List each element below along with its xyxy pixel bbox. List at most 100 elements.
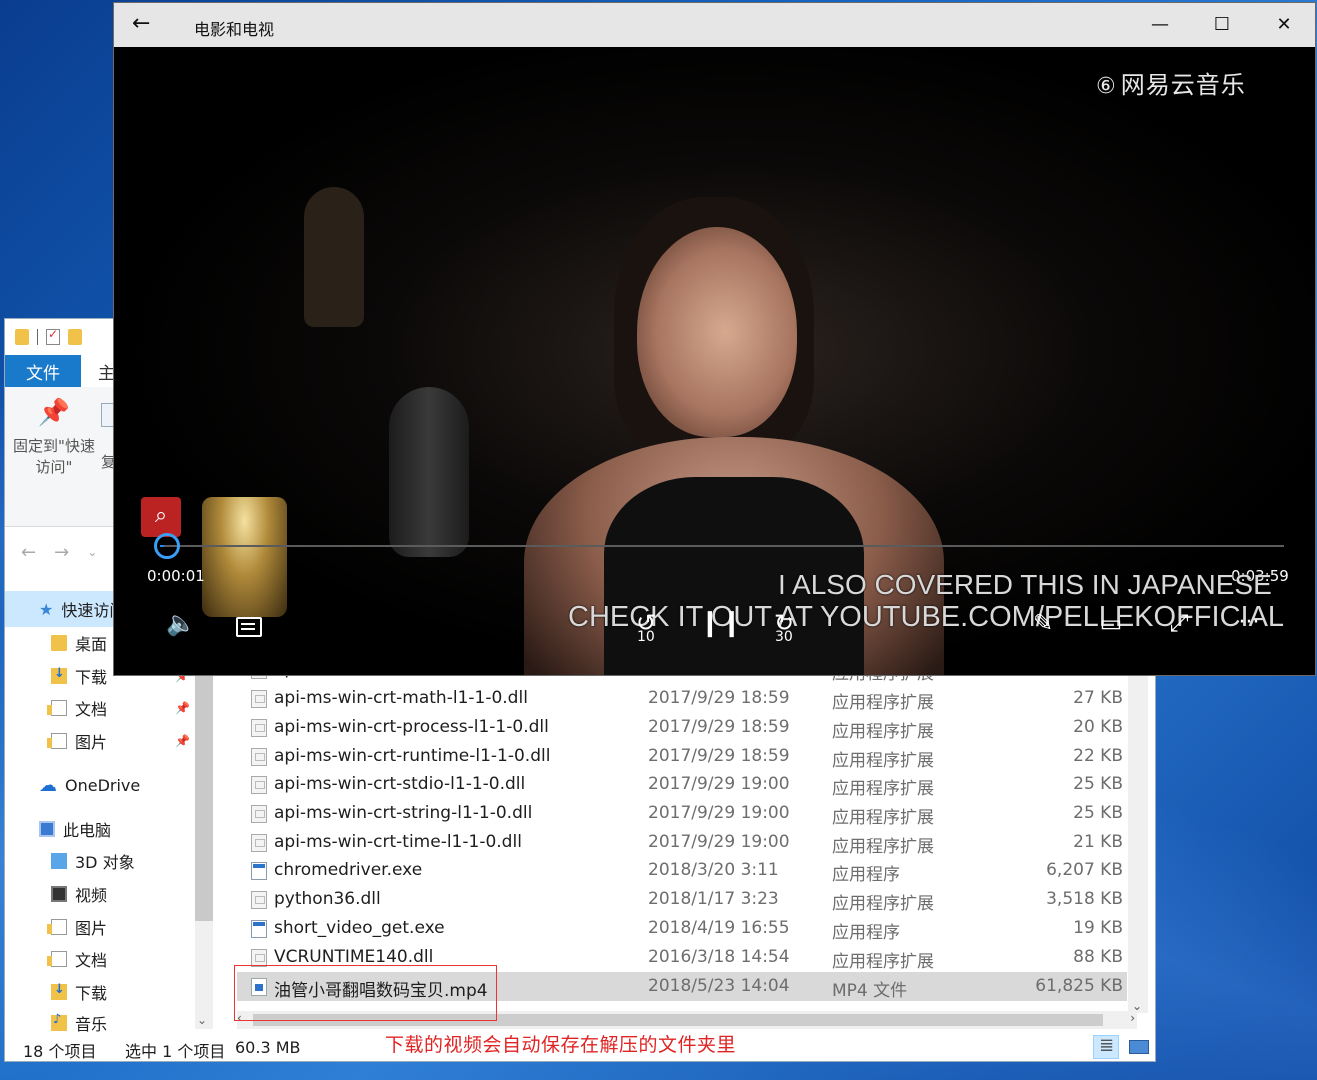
edit-pencil-icon[interactable]: ✎ xyxy=(1026,606,1060,640)
file-size: 27 KB xyxy=(1073,688,1123,708)
nav-item-onedrive[interactable]: ☁ OneDrive xyxy=(39,769,140,801)
details-view-icon[interactable] xyxy=(1093,1035,1119,1059)
forward-arrow-icon[interactable]: → xyxy=(54,542,69,563)
file-row[interactable]: api-ms-win-crt-string-l1-1-0.dll 2017/9/… xyxy=(237,799,1127,828)
file-date: 2018/1/17 3:23 xyxy=(648,889,779,909)
nav-item-label: 视频 xyxy=(75,886,108,905)
nav-item-pictures[interactable]: 图片 xyxy=(47,725,107,757)
folder-icon[interactable] xyxy=(15,329,29,345)
file-row[interactable]: short_video_get.exe 2018/4/19 16:55 应用程序… xyxy=(237,914,1127,943)
file-date: 2017/9/29 18:59 xyxy=(648,746,790,766)
cast-icon[interactable]: ▭ xyxy=(1094,606,1128,640)
progress-thumb[interactable] xyxy=(154,533,180,559)
current-time: 0:00:01 xyxy=(147,567,205,585)
skip-forward-icon[interactable]: ↻ 30 xyxy=(767,606,801,645)
large-icons-view-icon[interactable] xyxy=(1125,1035,1151,1059)
close-icon[interactable]: ✕ xyxy=(1264,9,1304,41)
tab-file[interactable]: 文件 xyxy=(5,355,81,387)
documents-folder-icon xyxy=(47,700,67,716)
cloud-icon: ☁ xyxy=(39,774,57,796)
file-size: 61,825 KB xyxy=(1035,976,1123,996)
computer-icon xyxy=(39,821,55,837)
microphone xyxy=(389,387,469,557)
nav-item-label: 桌面 xyxy=(75,635,108,654)
chevron-down-icon[interactable]: ⌄ xyxy=(87,545,97,559)
nav-item-label: 3D 对象 xyxy=(75,853,135,872)
more-icon[interactable]: ··· xyxy=(1232,606,1266,640)
dll-file-icon xyxy=(251,834,267,852)
nav-item-label: 此电脑 xyxy=(63,821,112,840)
file-type: 应用程序扩展 xyxy=(832,808,934,828)
file-date: 2018/3/20 3:11 xyxy=(648,860,779,880)
file-type: 应用程序扩展 xyxy=(832,751,934,771)
nav-item-documents[interactable]: 文档 xyxy=(47,692,107,724)
file-size: 25 KB xyxy=(1073,774,1123,794)
volume-icon[interactable]: 🔈 xyxy=(164,606,198,640)
candle-jar xyxy=(202,497,287,617)
movies-tv-window: ← 电影和电视 — ☐ ✕ ⑥ 网易云音乐 ⌕ 0:00:01 0:03:59 I… xyxy=(113,2,1316,676)
back-arrow-icon[interactable]: ← xyxy=(21,542,36,563)
3d-objects-icon xyxy=(51,853,67,869)
nav-item-documents-pc[interactable]: 文档 xyxy=(47,943,108,975)
pause-icon[interactable]: ❙❙ xyxy=(699,606,743,640)
nav-item-label: OneDrive xyxy=(65,775,141,795)
nav-item-videos[interactable]: 视频 xyxy=(51,878,107,910)
new-folder-icon[interactable] xyxy=(68,329,82,345)
nav-item-desktop[interactable]: 桌面 xyxy=(51,627,107,659)
file-row[interactable]: chromedriver.exe 2018/3/20 3:11 应用程序 6,2… xyxy=(237,856,1127,885)
file-list-scrollbar[interactable]: ⌄ xyxy=(1128,669,1148,1013)
file-row[interactable]: api-ms-win-crt-math-l1-1-0.dll 2017/9/29… xyxy=(237,684,1127,713)
nav-item-label: 下载 xyxy=(75,984,108,1003)
search-icon[interactable]: ⌕ xyxy=(141,497,181,537)
file-row[interactable]: api-ms-win-crt-runtime-l1-1-0.dll 2017/9… xyxy=(237,742,1127,771)
maximize-icon[interactable]: ☐ xyxy=(1202,9,1242,41)
pin-to-quick-access-button[interactable]: 📌 固定到"快速访问" xyxy=(11,398,97,478)
chevron-down-icon[interactable]: ⌄ xyxy=(197,1013,207,1027)
file-row[interactable]: api-ms-win-crt-stdio-l1-1-0.dll 2017/9/2… xyxy=(237,770,1127,799)
progress-bar[interactable] xyxy=(160,545,1284,547)
nav-item-3d-objects[interactable]: 3D 对象 xyxy=(51,845,135,877)
file-row[interactable]: python36.dll 2018/1/17 3:23 应用程序扩展 3,518… xyxy=(237,885,1127,914)
file-name: api-ms-win-crt-runtime-l1-1-0.dll xyxy=(274,746,551,766)
pictures-folder-icon xyxy=(47,733,67,749)
file-date: 2018/4/19 16:55 xyxy=(648,918,790,938)
file-date: 2017/9/29 19:00 xyxy=(648,774,790,794)
skip-back-icon[interactable]: ↺ 10 xyxy=(629,606,663,645)
selected-count: 选中 1 个项目 xyxy=(125,1042,226,1061)
fullscreen-icon[interactable]: ⤢ xyxy=(1162,606,1196,640)
minimize-icon[interactable]: — xyxy=(1140,9,1180,41)
file-row[interactable]: api-ms-win-crt-time-l1-1-0.dll 2017/9/29… xyxy=(237,828,1127,857)
nav-item-pictures-pc[interactable]: 图片 xyxy=(47,911,108,943)
file-date: 2017/9/29 19:00 xyxy=(648,832,790,852)
nav-item-this-pc[interactable]: 此电脑 xyxy=(39,813,111,845)
subtitles-icon[interactable] xyxy=(232,606,266,640)
file-type: 应用程序扩展 xyxy=(832,837,934,857)
nav-item-label: 图片 xyxy=(75,919,108,938)
file-date: 2017/9/29 18:59 xyxy=(648,688,790,708)
file-type: 应用程序 xyxy=(832,865,900,885)
nav-item-label: 文档 xyxy=(75,951,108,970)
file-name: VCRUNTIME140.dll xyxy=(274,947,434,967)
file-type: 应用程序扩展 xyxy=(832,779,934,799)
back-arrow-icon[interactable]: ← xyxy=(132,11,150,36)
nav-item-downloads-pc[interactable]: 下载 xyxy=(51,976,107,1008)
star-icon: ★ xyxy=(39,599,54,619)
file-size: 20 KB xyxy=(1073,717,1123,737)
properties-icon[interactable] xyxy=(46,327,60,345)
dll-file-icon xyxy=(251,690,267,708)
tab-home[interactable]: 主 xyxy=(81,355,115,387)
file-name: chromedriver.exe xyxy=(274,860,423,880)
pin-icon: 📌 xyxy=(37,398,71,428)
file-type: 应用程序扩展 xyxy=(832,952,934,972)
file-list: api-ms-win-crt-locale-l1-1-0.dll 2017/9/… xyxy=(237,669,1127,1014)
file-date: 2017/9/29 18:59 xyxy=(648,717,790,737)
quick-access-toolbar xyxy=(5,319,115,355)
file-row[interactable]: api-ms-win-crt-process-l1-1-0.dll 2017/9… xyxy=(237,713,1127,742)
file-date: 2016/3/18 14:54 xyxy=(648,947,790,967)
video-folder-icon xyxy=(51,886,67,902)
file-name: python36.dll xyxy=(274,889,381,909)
file-name: api-ms-win-crt-math-l1-1-0.dll xyxy=(274,688,528,708)
nav-item-downloads[interactable]: 下载 xyxy=(51,660,107,692)
chevron-right-icon[interactable]: › xyxy=(1130,1011,1135,1025)
watermark: ⑥ 网易云音乐 xyxy=(1096,65,1246,100)
